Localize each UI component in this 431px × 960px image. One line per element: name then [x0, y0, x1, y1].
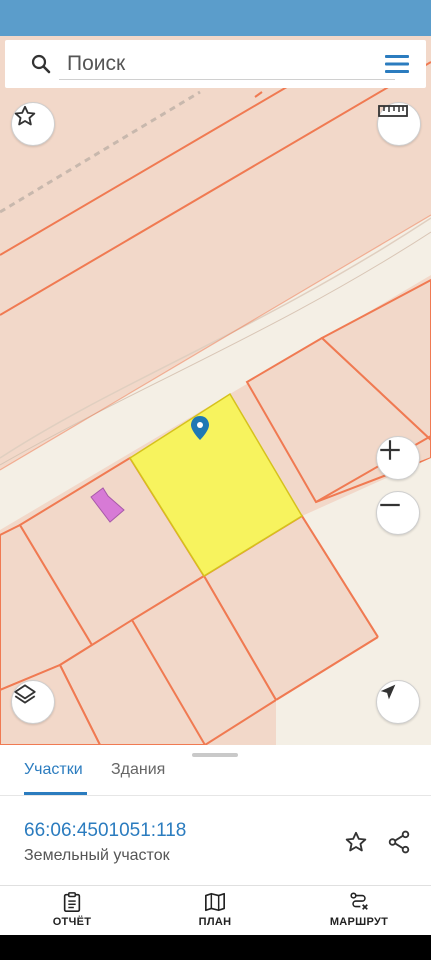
map-view[interactable] — [0, 36, 431, 745]
nav-report-label: ОТЧЁТ — [52, 916, 92, 928]
search-bar — [5, 40, 426, 88]
nav-route[interactable]: МАРШРУТ — [304, 891, 414, 935]
tab-divider — [0, 795, 431, 796]
locate-button[interactable] — [376, 680, 420, 724]
report-clipboard-icon — [63, 892, 81, 912]
ruler-icon — [378, 105, 408, 117]
nav-divider — [0, 885, 431, 886]
map-canvas[interactable] — [0, 36, 431, 745]
favorite-button[interactable] — [11, 102, 55, 146]
menu-icon[interactable] — [383, 52, 411, 76]
drag-handle[interactable] — [192, 753, 238, 757]
star-icon — [345, 831, 367, 852]
cadastral-number[interactable]: 66:06:4501051:118 — [24, 820, 186, 842]
tab-parcels[interactable]: Участки — [24, 761, 83, 779]
layers-icon — [14, 684, 36, 704]
route-icon — [350, 892, 368, 910]
favorite-parcel-button[interactable] — [341, 827, 371, 857]
search-input[interactable] — [59, 48, 395, 80]
star-icon — [14, 105, 36, 126]
nav-report[interactable]: ОТЧЁТ — [17, 891, 127, 935]
share-button[interactable] — [384, 827, 414, 857]
tab-buildings[interactable]: Здания — [111, 761, 165, 779]
zoom-out-button[interactable] — [376, 491, 420, 535]
parcel-type: Земельный участок — [24, 847, 170, 864]
info-panel: Участки Здания 66:06:4501051:118 Земельн… — [0, 745, 431, 935]
navigation-arrow-icon — [380, 684, 396, 700]
share-icon — [388, 830, 410, 854]
nav-plan-label: ПЛАН — [198, 916, 232, 928]
layers-button[interactable] — [11, 680, 55, 724]
map-plan-icon — [205, 892, 225, 912]
ruler-button[interactable] — [377, 102, 421, 146]
nav-route-label: МАРШРУТ — [329, 916, 389, 928]
nav-plan[interactable]: ПЛАН — [160, 891, 270, 935]
status-bar — [0, 0, 431, 36]
zoom-in-button[interactable] — [376, 436, 420, 480]
plus-icon — [380, 440, 400, 460]
minus-icon — [380, 503, 400, 507]
search-icon[interactable] — [29, 52, 53, 76]
system-nav-bar — [0, 935, 431, 960]
